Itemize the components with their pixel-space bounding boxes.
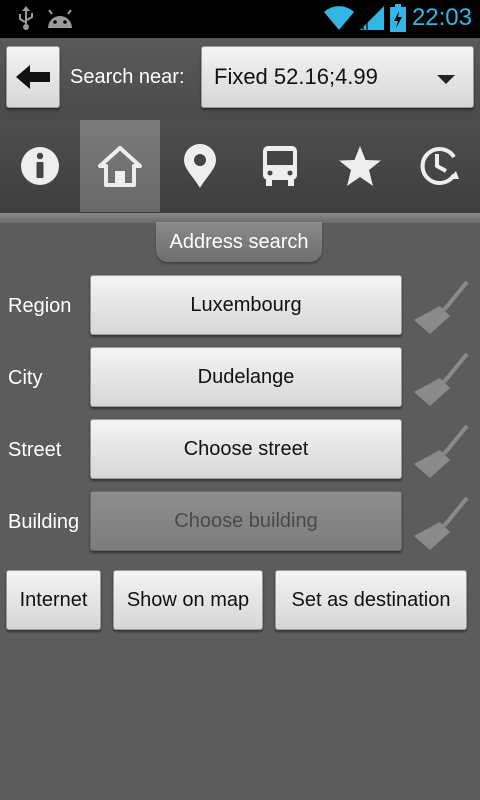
tab-info[interactable] (0, 120, 80, 212)
status-bar: 22:03 (0, 0, 480, 38)
history-icon (420, 147, 459, 185)
broom-icon[interactable] (412, 492, 472, 552)
status-right: 22:03 (323, 4, 472, 32)
star-icon (339, 146, 381, 186)
building-label: Building (8, 511, 80, 533)
tab-bar (0, 120, 480, 212)
chevron-down-icon (437, 75, 455, 84)
status-time: 22:03 (411, 4, 472, 31)
tab-places[interactable] (160, 120, 240, 212)
back-button[interactable] (6, 46, 60, 108)
map-pin-icon (184, 144, 216, 188)
wifi-icon (323, 6, 354, 30)
city-label: City (8, 367, 43, 389)
search-near-label: Search near: (70, 66, 185, 88)
android-icon (48, 9, 72, 28)
street-label: Street (8, 439, 62, 461)
set-as-destination-button[interactable]: Set as destination (275, 570, 467, 630)
broom-icon[interactable] (412, 276, 472, 336)
city-button[interactable]: Dudelange (90, 347, 402, 407)
broom-icon[interactable] (412, 420, 472, 480)
street-button[interactable]: Choose street (90, 419, 402, 479)
building-button: Choose building (90, 491, 402, 551)
home-icon (98, 146, 142, 187)
bus-icon (263, 146, 297, 186)
tab-transport[interactable] (240, 120, 320, 212)
broom-icon[interactable] (412, 348, 472, 408)
tab-favorites[interactable] (320, 120, 400, 212)
location-select[interactable]: Fixed 52.16;4.99 (201, 46, 474, 108)
region-button[interactable]: Luxembourg (90, 275, 402, 335)
location-value: Fixed 52.16;4.99 (214, 64, 378, 89)
section-title: Address search (156, 222, 322, 262)
tab-home[interactable] (80, 120, 160, 212)
signal-icon (359, 6, 384, 30)
tab-history[interactable] (400, 120, 480, 212)
info-icon (21, 147, 59, 185)
usb-icon (19, 6, 33, 30)
show-on-map-button[interactable]: Show on map (113, 570, 263, 630)
battery-charging-icon (389, 4, 406, 32)
arrow-left-icon (16, 65, 50, 89)
internet-button[interactable]: Internet (6, 570, 101, 630)
top-bar: Search near: Fixed 52.16;4.99 (0, 38, 480, 120)
region-label: Region (8, 295, 72, 317)
status-left (16, 6, 74, 32)
